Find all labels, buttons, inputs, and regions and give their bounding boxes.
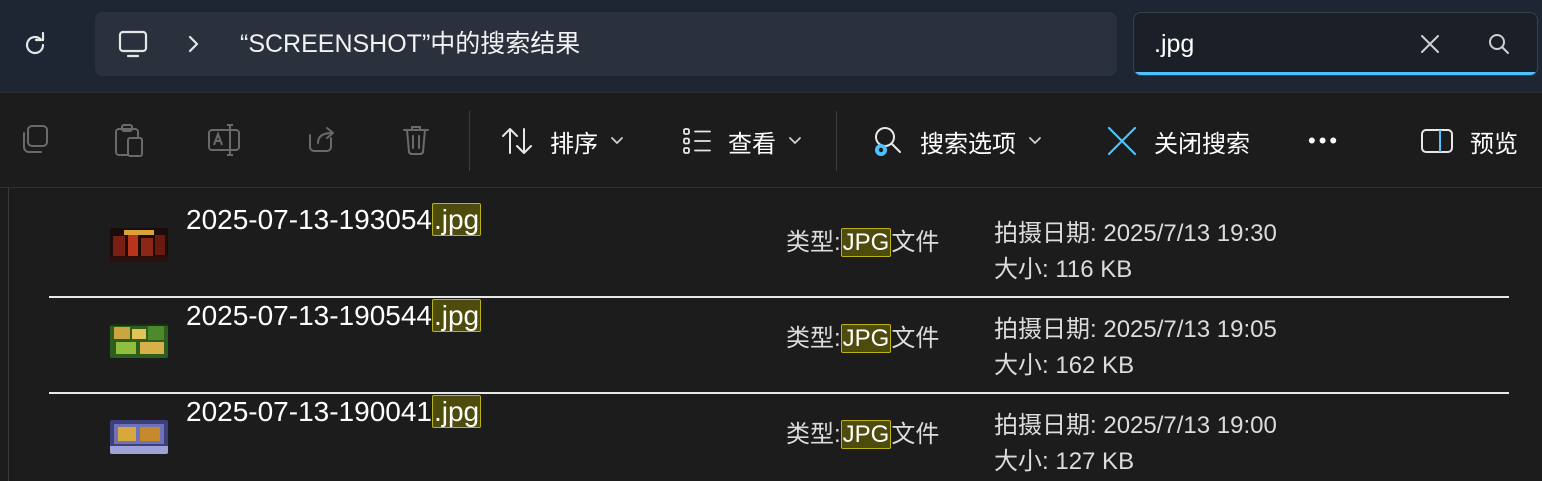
file-thumbnail [110,324,168,358]
chevron-down-icon [788,136,802,146]
date-value: 2025/7/13 19:30 [1103,220,1277,247]
refresh-button[interactable] [14,24,56,66]
file-meta: 拍摄日期: 2025/7/13 19:00 大小: 127 KB [994,408,1277,480]
search-results-list: 2025-07-13-193054.jpg 类型:JPG文件 拍摄日期: 202… [0,188,1542,481]
share-icon[interactable] [306,123,338,155]
sort-icon [500,125,534,157]
search-options-icon [870,124,904,158]
size-value: 162 KB [1055,352,1135,379]
size-value: 127 KB [1055,448,1135,475]
address-box[interactable]: “SCREENSHOT”中的搜索结果 [95,12,1117,76]
file-type: 类型:JPG文件 [786,222,939,257]
search-match-highlight: JPG [840,228,892,257]
file-name-stem: 2025-07-13-193054 [186,204,432,235]
file-meta: 拍摄日期: 2025/7/13 19:30 大小: 116 KB [994,216,1277,288]
list-item[interactable]: 2025-07-13-190041.jpg 类型:JPG文件 拍摄日期: 202… [0,390,1542,481]
file-name-stem: 2025-07-13-190041 [186,396,432,427]
type-label: 类型: [786,325,841,352]
address-bar-region: “SCREENSHOT”中的搜索结果 .jpg [0,0,1542,92]
file-name[interactable]: 2025-07-13-193054.jpg [186,203,482,236]
size-label: 大小: [994,256,1049,283]
search-match-highlight: JPG [840,420,892,449]
close-search-button[interactable]: 关闭搜索 [1106,121,1250,161]
rename-icon[interactable] [206,123,244,157]
more-options-button[interactable]: ••• [1308,121,1340,161]
breadcrumb-search-results[interactable]: “SCREENSHOT”中的搜索结果 [240,12,580,76]
command-separator [836,111,837,171]
file-name[interactable]: 2025-07-13-190544.jpg [186,299,482,332]
search-icon[interactable] [1486,31,1512,57]
type-value: 文件 [891,421,940,448]
close-icon [1106,125,1138,157]
search-match-highlight: .jpg [431,395,482,428]
type-label: 类型: [786,421,841,448]
view-list-icon [682,126,712,156]
paste-icon[interactable] [112,123,146,159]
type-value: 文件 [891,325,940,352]
breadcrumb-chevron-icon[interactable] [185,32,201,56]
this-pc-icon [118,30,148,58]
search-match-highlight: .jpg [431,299,482,332]
file-type: 类型:JPG文件 [786,414,939,449]
date-value: 2025/7/13 19:00 [1103,412,1277,439]
close-search-label: 关闭搜索 [1154,130,1250,158]
file-name[interactable]: 2025-07-13-190041.jpg [186,395,482,428]
sort-label: 排序 [550,130,598,158]
date-label: 拍摄日期: [994,220,1097,247]
file-thumbnail [110,420,168,454]
list-item[interactable]: 2025-07-13-193054.jpg 类型:JPG文件 拍摄日期: 202… [0,198,1542,294]
type-value: 文件 [891,229,940,256]
chevron-down-icon [610,136,624,146]
preview-pane-icon [1420,128,1454,154]
view-button[interactable]: 查看 [682,121,802,161]
search-options-button[interactable]: 搜索选项 [870,121,1042,161]
type-label: 类型: [786,229,841,256]
search-input[interactable]: .jpg [1154,13,1194,75]
command-bar: 排序 查看 搜索选项 关闭搜索 ••• 预览 [0,92,1542,188]
copy-icon[interactable] [18,123,50,157]
file-type: 类型:JPG文件 [786,318,939,353]
size-label: 大小: [994,352,1049,379]
preview-button[interactable]: 预览 [1420,121,1518,161]
search-match-highlight: JPG [840,324,892,353]
chevron-down-icon [1028,136,1042,146]
file-thumbnail [110,228,168,262]
search-focus-underline [1134,72,1537,75]
more-icon: ••• [1308,128,1341,153]
search-match-highlight: .jpg [431,203,482,236]
size-value: 116 KB [1055,256,1133,283]
search-box[interactable]: .jpg [1133,12,1538,76]
delete-icon[interactable] [400,123,432,157]
preview-label: 预览 [1470,130,1518,158]
date-label: 拍摄日期: [994,316,1097,343]
date-label: 拍摄日期: [994,412,1097,439]
file-meta: 拍摄日期: 2025/7/13 19:05 大小: 162 KB [994,312,1277,384]
list-item[interactable]: 2025-07-13-190544.jpg 类型:JPG文件 拍摄日期: 202… [0,294,1542,390]
size-label: 大小: [994,448,1049,475]
file-name-stem: 2025-07-13-190544 [186,300,432,331]
sort-button[interactable]: 排序 [500,121,624,161]
search-options-label: 搜索选项 [920,130,1016,158]
date-value: 2025/7/13 19:05 [1103,316,1277,343]
view-label: 查看 [728,130,776,158]
command-separator [469,111,470,171]
clear-search-icon[interactable] [1417,31,1443,57]
refresh-icon [25,31,45,55]
